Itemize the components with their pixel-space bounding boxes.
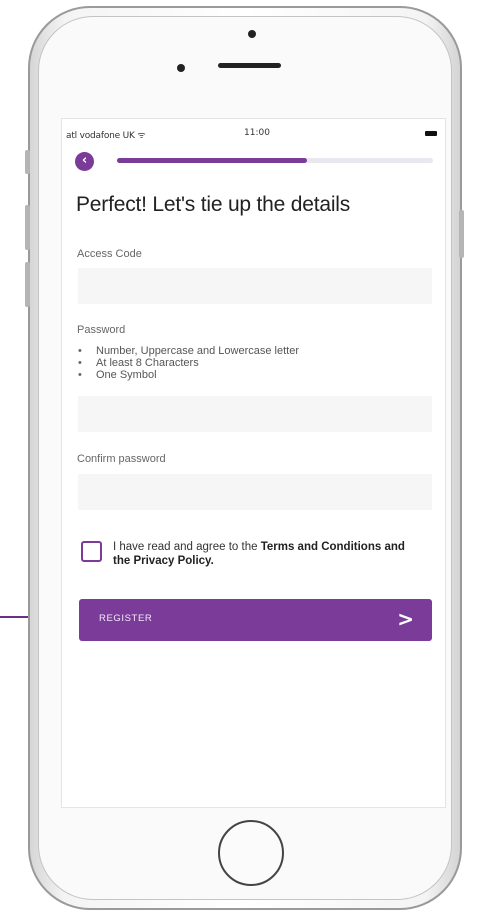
chevron-left-icon: ‹ (81, 153, 88, 168)
confirm-password-label: Confirm password (77, 453, 166, 465)
password-rule: • Number, Uppercase and Lowercase letter (78, 345, 299, 357)
confirm-password-input[interactable] (78, 474, 432, 510)
agreement-text: I have read and agree to the Terms and C… (113, 540, 413, 568)
clock: 11:00 (244, 128, 270, 138)
password-rule-text: Number, Uppercase and Lowercase letter (96, 345, 299, 357)
password-rule: • At least 8 Characters (78, 357, 199, 369)
password-label: Password (77, 324, 126, 336)
privacy-policy-link[interactable]: Privacy Policy (133, 555, 210, 567)
agree-checkbox[interactable] (81, 541, 102, 562)
terms-link[interactable]: Terms and Conditions (261, 541, 382, 553)
access-code-label: Access Code (77, 248, 142, 260)
register-button-label: REGISTER (99, 613, 153, 624)
app-screen: atl vodafone UK ᯤ 11:00 ‹ Perfect! Let's… (61, 118, 446, 808)
access-code-input[interactable] (78, 268, 432, 304)
carrier-label: atl vodafone UK ᯤ (66, 131, 146, 141)
front-camera (248, 30, 256, 38)
battery-icon (425, 131, 437, 136)
mute-switch (25, 150, 30, 174)
back-button[interactable]: ‹ (75, 152, 94, 171)
volume-down-button (25, 262, 30, 307)
earpiece-speaker (218, 63, 281, 68)
password-rule-text: At least 8 Characters (96, 357, 199, 369)
home-button[interactable] (218, 820, 284, 886)
proximity-sensor (177, 64, 185, 72)
password-rule: • One Symbol (78, 369, 157, 381)
agreement-prefix: I have read and agree to the (113, 541, 261, 553)
volume-up-button (25, 205, 30, 250)
power-button (459, 210, 464, 258)
agreement-suffix: . (210, 555, 214, 567)
status-bar: atl vodafone UK ᯤ 11:00 (62, 119, 445, 147)
chevron-right-icon: > (397, 607, 414, 631)
password-rules: • Number, Uppercase and Lowercase letter … (78, 345, 299, 381)
progress-bar (117, 158, 433, 163)
register-button[interactable]: REGISTER > (79, 599, 432, 641)
password-rule-text: One Symbol (96, 369, 157, 381)
progress-bar-fill (117, 158, 307, 163)
page-title: Perfect! Let's tie up the details (76, 193, 351, 216)
password-input[interactable] (78, 396, 432, 432)
